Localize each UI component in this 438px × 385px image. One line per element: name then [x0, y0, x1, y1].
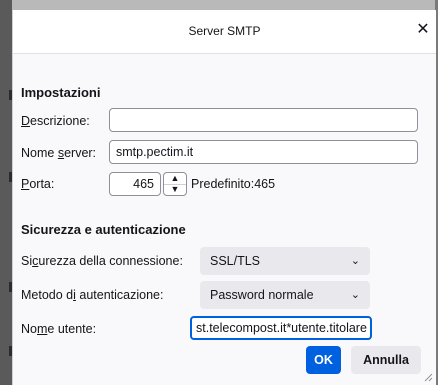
port-stepper[interactable]: ▲ ▼ — [163, 172, 187, 196]
port-default-text: Predefinito:465 — [191, 177, 276, 191]
dialog-title: Server SMTP — [188, 24, 261, 38]
close-icon[interactable]: ✕ — [412, 19, 434, 41]
chevron-down-icon: ⌄ — [350, 289, 360, 301]
username-label: Nome utente: — [21, 322, 97, 336]
description-label: Descrizione: — [21, 114, 90, 128]
chevron-down-icon[interactable]: ▼ — [164, 184, 186, 195]
port-label: Porta: — [21, 177, 55, 191]
connection-security-select[interactable]: SSL/TLS ⌄ — [200, 247, 370, 275]
auth-method-value: Password normale — [210, 288, 314, 302]
smtp-server-dialog: Server SMTP ✕ Impostazioni Descrizione: … — [12, 10, 436, 385]
ok-button[interactable]: OK — [306, 346, 341, 374]
dialog-titlebar: Server SMTP ✕ — [13, 10, 436, 54]
background-window-left-edge — [0, 0, 12, 385]
resize-grip-icon[interactable] — [424, 373, 433, 382]
server-name-label: Nome server: — [21, 146, 97, 160]
auth-method-select[interactable]: Password normale ⌄ — [200, 281, 370, 309]
background-window-edge — [0, 0, 438, 10]
username-input[interactable]: st.telecompost.it*utente.titolare — [190, 316, 372, 340]
description-input[interactable] — [109, 108, 418, 132]
server-name-input[interactable]: smtp.pectim.it — [109, 140, 418, 164]
connection-security-value: SSL/TLS — [210, 254, 261, 268]
chevron-down-icon: ⌄ — [350, 255, 360, 267]
cancel-button[interactable]: Annulla — [351, 346, 421, 374]
security-heading: Sicurezza e autenticazione — [21, 222, 186, 237]
port-input[interactable]: 465 — [109, 172, 161, 196]
connection-security-label: Sicurezza della connessione: — [21, 254, 183, 268]
auth-method-label: Metodo di autenticazione: — [21, 288, 164, 302]
settings-heading: Impostazioni — [21, 85, 101, 100]
